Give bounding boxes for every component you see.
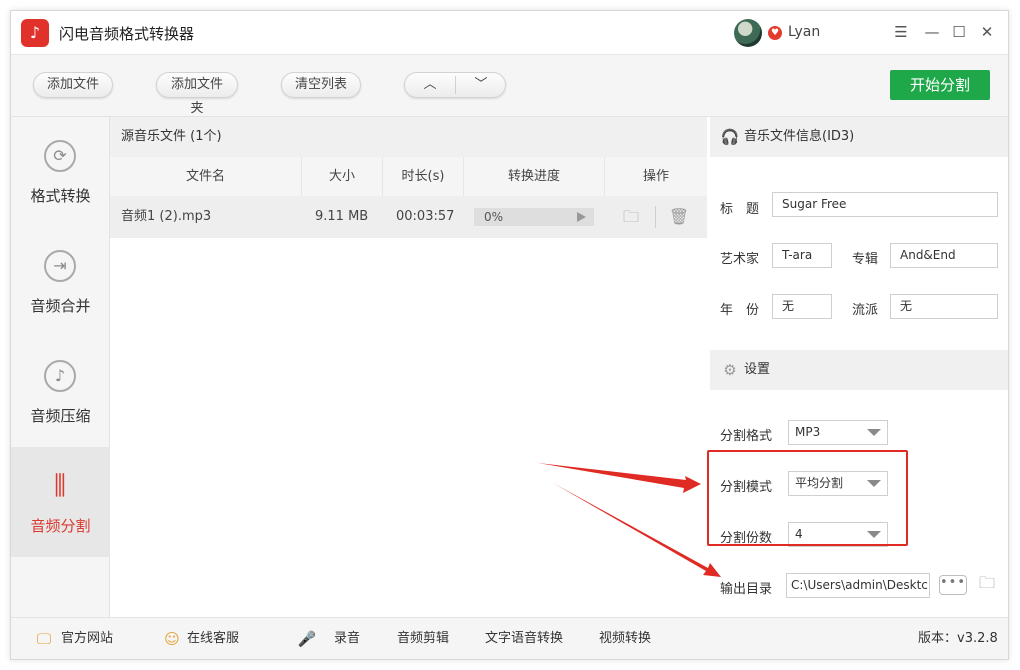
album-field[interactable]: And&End	[890, 243, 998, 268]
support-icon: ☺	[164, 630, 180, 648]
sidebar-item-audio-split[interactable]: ⫼ 音频分割	[11, 447, 110, 557]
id3-header: 🎧 音乐文件信息(ID3)	[710, 117, 1008, 157]
year-field[interactable]: 无	[772, 294, 832, 319]
move-up-button[interactable]: ︿	[405, 73, 455, 97]
toolbar: 添加文件 添加文件夹 清空列表 ︿ ﹀ 开始分割	[11, 55, 1008, 117]
column-header-duration: 时长(s)	[383, 157, 464, 196]
table-row[interactable]: 音频1 (2).mp3 9.11 MB 00:03:57 0% 🗀 🗑	[110, 196, 707, 238]
menu-icon[interactable]: ☰	[891, 22, 911, 42]
merge-icon: ⇥	[44, 250, 76, 282]
column-header-actions: 操作	[642, 169, 669, 184]
progress-text: 0%	[484, 210, 504, 224]
settings-header-label: 设置	[744, 362, 771, 377]
app-logo-icon: ♪	[21, 19, 49, 47]
start-split-button[interactable]: 开始分割	[890, 70, 990, 100]
sidebar-item-audio-merge[interactable]: ⇥ 音频合并	[11, 227, 110, 337]
tts-link[interactable]: 文字语音转换	[485, 618, 563, 660]
file-size: 9.11 MB	[315, 209, 369, 224]
column-header-name: 文件名	[110, 157, 302, 196]
genre-label: 流派	[852, 303, 879, 318]
sidebar: ⟳ 格式转换 ⇥ 音频合并 ♪ 音频压缩 ⫼ 音频分割	[11, 117, 110, 617]
browse-more-button[interactable]: •••	[939, 575, 967, 595]
file-panel-header: 源音乐文件 (1个)	[110, 117, 707, 157]
divider	[655, 206, 656, 228]
output-dir-field[interactable]: C:\Users\admin\Desktc	[786, 573, 930, 598]
title-label: 标 题	[720, 202, 760, 217]
artist-field[interactable]: T-ara	[772, 243, 832, 268]
open-folder-icon[interactable]: 🗀	[976, 573, 998, 593]
sidebar-item-format-convert[interactable]: ⟳ 格式转换	[11, 117, 110, 227]
artist-label: 艺术家	[720, 252, 760, 267]
microphone-icon: 🎤	[297, 630, 317, 648]
play-icon[interactable]	[577, 212, 586, 222]
app-window: ♪ 闪电音频格式转换器 ♥ Lyan ☰ — ☐ ✕ 添加文件 添加文件夹 清空…	[10, 10, 1009, 660]
sidebar-item-audio-compress[interactable]: ♪ 音频压缩	[11, 337, 110, 447]
app-title: 闪电音频格式转换器	[59, 25, 195, 43]
support-link[interactable]: 在线客服	[187, 618, 239, 660]
id3-header-label: 音乐文件信息(ID3)	[744, 129, 855, 144]
year-label: 年 份	[720, 303, 760, 318]
file-duration: 00:03:57	[396, 209, 455, 224]
maximize-button[interactable]: ☐	[949, 22, 969, 42]
settings-header: ⚙ 设置	[710, 350, 1008, 390]
sidebar-item-label: 音频压缩	[30, 407, 91, 425]
user-avatar[interactable]	[734, 19, 762, 47]
open-folder-icon[interactable]: 🗀	[620, 207, 642, 227]
music-note-icon: ♪	[44, 360, 76, 392]
move-down-button[interactable]: ﹀	[456, 73, 506, 97]
audio-edit-link[interactable]: 音频剪辑	[397, 618, 449, 660]
column-header-progress: 转换进度	[464, 157, 605, 196]
split-icon: ⫼	[54, 471, 66, 501]
add-file-button[interactable]: 添加文件	[33, 72, 113, 98]
sidebar-item-label: 音频合并	[30, 297, 91, 315]
album-label: 专辑	[852, 252, 879, 267]
website-link[interactable]: 官方网站	[61, 618, 113, 660]
vip-badge-icon: ♥	[768, 26, 782, 40]
chevron-down-icon	[867, 429, 881, 436]
title-bar: ♪ 闪电音频格式转换器 ♥ Lyan ☰ — ☐ ✕	[11, 11, 1008, 55]
gear-icon: ⚙	[723, 361, 737, 379]
website-icon: 🖵	[36, 630, 52, 648]
add-folder-button[interactable]: 添加文件夹	[156, 72, 238, 116]
video-convert-link[interactable]: 视频转换	[599, 618, 651, 660]
split-format-select[interactable]: MP3	[788, 420, 888, 445]
title-field[interactable]: Sugar Free	[772, 192, 998, 217]
sidebar-item-label: 格式转换	[30, 187, 91, 205]
column-header-size: 大小	[302, 157, 383, 196]
minimize-button[interactable]: —	[922, 22, 942, 42]
record-link[interactable]: 录音	[334, 618, 360, 660]
output-dir-label: 输出目录	[720, 582, 773, 597]
progress-bar: 0%	[474, 208, 594, 226]
sidebar-item-label: 音频分割	[30, 517, 91, 535]
footer: 🖵 官方网站 ☺ 在线客服 🎤 录音 音频剪辑 文字语音转换 视频转换 版本：v…	[11, 617, 1008, 659]
close-button[interactable]: ✕	[977, 22, 997, 42]
trash-icon[interactable]: 🗑	[668, 207, 690, 227]
split-format-label: 分割格式	[720, 429, 773, 444]
move-buttons-group: ︿ ﹀	[404, 72, 506, 98]
version-text: 版本：v3.2.8	[918, 631, 998, 646]
annotation-highlight-box	[707, 450, 908, 546]
file-name: 音频1 (2).mp3	[121, 209, 212, 224]
file-panel: 源音乐文件 (1个) 文件名 大小 时长(s) 转换进度 操作 音频1 (2).…	[110, 117, 707, 617]
clear-list-button[interactable]: 清空列表	[281, 72, 361, 98]
genre-field[interactable]: 无	[890, 294, 998, 319]
user-name[interactable]: Lyan	[788, 24, 820, 40]
split-format-value: MP3	[795, 425, 821, 439]
headphones-icon: 🎧	[720, 128, 740, 146]
refresh-icon: ⟳	[44, 140, 76, 172]
table-header: 文件名 大小 时长(s) 转换进度 操作	[110, 157, 707, 196]
